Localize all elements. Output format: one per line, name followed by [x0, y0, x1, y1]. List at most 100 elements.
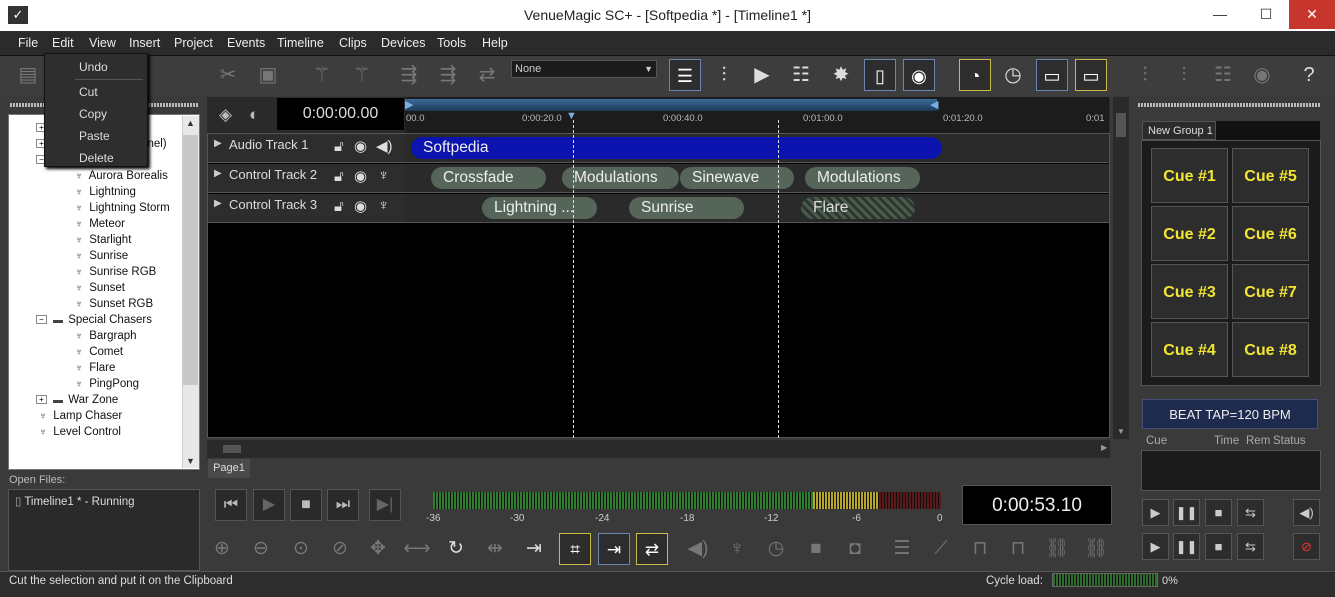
menu-edit[interactable]: Edit: [52, 36, 74, 50]
light-icon[interactable]: ◉: [903, 59, 935, 91]
menu-item-delete[interactable]: Delete: [79, 151, 114, 165]
effect-icon[interactable]: ✸: [825, 59, 857, 91]
monitor-icon[interactable]: ▭: [1036, 59, 1068, 91]
device-icon[interactable]: ▯: [864, 59, 896, 91]
track-header-control-2[interactable]: ▶ Control Track 2 🔓︎ ◉ ♆: [208, 164, 405, 193]
timer-icon[interactable]: ◷: [997, 59, 1029, 91]
gauge-icon[interactable]: ◔: [959, 59, 991, 91]
zoom-out-icon[interactable]: ⊖: [245, 533, 277, 565]
unlink-icon[interactable]: ⛓: [1080, 533, 1112, 565]
tree-item[interactable]: ♆ Aurora Borealis: [72, 168, 168, 184]
menu-help[interactable]: Help: [482, 36, 508, 50]
control-clip[interactable]: Crossfade: [431, 167, 546, 189]
play-to-end-button[interactable]: ▶|: [369, 489, 401, 521]
cue-button-4[interactable]: Cue #4: [1151, 322, 1228, 377]
open-file-item[interactable]: ▯ Timeline1 * - Running: [15, 494, 134, 508]
cue-loop-button[interactable]: ⇆: [1237, 499, 1264, 526]
cue-button-6[interactable]: Cue #6: [1232, 206, 1309, 261]
cue-list-header[interactable]: Status: [1273, 435, 1306, 447]
timeline-horizontal-scrollbar[interactable]: ▶: [207, 440, 1110, 458]
loop-region-bar[interactable]: [405, 99, 937, 111]
loop-icon[interactable]: ↻: [440, 533, 472, 565]
maximize-button[interactable]: ☐: [1243, 0, 1289, 29]
menu-view[interactable]: View: [89, 36, 116, 50]
tree-item[interactable]: − ▬ Special Chasers: [36, 312, 152, 328]
split-icon[interactable]: ⇶: [393, 59, 425, 91]
tree-item[interactable]: ♆ Sunset: [72, 280, 125, 296]
panel-grip[interactable]: [1138, 103, 1320, 107]
cue-list-header[interactable]: Cue: [1146, 435, 1167, 447]
play-circle-icon[interactable]: ◉: [354, 137, 367, 155]
play-circle-icon[interactable]: ◉: [354, 197, 367, 215]
track-header-control-3[interactable]: ▶ Control Track 3 🔓︎ ◉ ♆: [208, 194, 405, 223]
menu-item-paste[interactable]: Paste: [79, 129, 110, 143]
beat-tap-button[interactable]: BEAT TAP=120 BPM: [1142, 399, 1318, 429]
tree-item[interactable]: ♆ Bargraph: [72, 328, 136, 344]
stop-button[interactable]: ■: [290, 489, 322, 521]
cue-stop-all-button[interactable]: ■: [1205, 533, 1232, 560]
tree-item[interactable]: ♆ Lamp Chaser: [36, 408, 122, 424]
mixer-icon[interactable]: ⫶: [708, 59, 740, 91]
tree-item[interactable]: ♆ Meteor: [72, 216, 125, 232]
tree-item[interactable]: ♆ Starlight: [72, 232, 131, 248]
fixture-icon[interactable]: ♆: [378, 167, 389, 184]
disable-cues-button[interactable]: ⊘: [1293, 533, 1320, 560]
wand-off-icon[interactable]: ⚚: [346, 59, 378, 91]
zoom-in-icon[interactable]: ⊕: [206, 533, 238, 565]
fader-icon[interactable]: ⫶: [1129, 59, 1161, 91]
speaker-icon[interactable]: ◀︎): [376, 137, 393, 155]
tree-item[interactable]: ♆ Lightning Storm: [72, 200, 170, 216]
control-clip[interactable]: Sinewave: [680, 167, 794, 189]
menu-tools[interactable]: Tools: [437, 36, 466, 50]
snap-to-marker-icon[interactable]: ⇥: [598, 533, 630, 565]
scroll-right-icon[interactable]: ▶: [1101, 443, 1107, 452]
menu-file[interactable]: File: [18, 36, 38, 50]
expand-toggle-icon[interactable]: −: [36, 315, 47, 325]
menu-project[interactable]: Project: [174, 36, 213, 50]
tree-item[interactable]: ♆ Lightning: [72, 184, 136, 200]
tree-item[interactable]: + ▬ War Zone: [36, 392, 118, 408]
chain-icon[interactable]: ⛓: [1041, 533, 1073, 565]
fit-width-icon[interactable]: ⟷: [401, 533, 433, 565]
dimmer-icon[interactable]: ◉: [1246, 59, 1278, 91]
clipboard-icon[interactable]: ☷: [1207, 59, 1239, 91]
cue-button-3[interactable]: Cue #3: [1151, 264, 1228, 319]
cue-pause-all-button[interactable]: ❚❚: [1173, 533, 1200, 560]
menu-item-undo[interactable]: Undo: [79, 60, 108, 74]
cue-button-7[interactable]: Cue #7: [1232, 264, 1309, 319]
tab-page1[interactable]: Page1: [208, 459, 250, 478]
monitor-out-icon[interactable]: ▭: [1075, 59, 1107, 91]
new-file-icon[interactable]: ▤: [12, 59, 44, 91]
scroll-thumb[interactable]: [223, 445, 241, 453]
expand-toggle-icon[interactable]: +: [36, 395, 47, 405]
add-fixture-icon[interactable]: ♆: [721, 533, 753, 565]
menu-item-copy[interactable]: Copy: [79, 107, 107, 121]
add-audio-icon[interactable]: ◀︎): [682, 533, 714, 565]
track-lane[interactable]: Crossfade Modulations Sinewave Modulatio…: [405, 164, 1109, 193]
cue-list[interactable]: [1141, 450, 1321, 491]
track-lane[interactable]: Lightning ... Sunrise Flare: [405, 194, 1109, 223]
snap-icon[interactable]: ◈: [219, 105, 232, 125]
control-clip[interactable]: Lightning ...: [482, 197, 597, 219]
control-clip-selected[interactable]: Flare: [801, 197, 915, 219]
camera-icon[interactable]: ◘: [839, 533, 871, 565]
track-list-icon[interactable]: ☰: [669, 59, 701, 91]
lock-icon[interactable]: 🔓︎: [334, 138, 344, 155]
cue-play-all-button[interactable]: ▶: [1142, 533, 1169, 560]
zoom-selection-icon[interactable]: ⊘: [324, 533, 356, 565]
list-view-icon[interactable]: ☰: [886, 533, 918, 565]
snap-grid-icon[interactable]: ⌗: [559, 533, 591, 565]
cue-button-8[interactable]: Cue #8: [1232, 322, 1309, 377]
playhead-marker-icon[interactable]: ▼: [566, 110, 577, 122]
scroll-down-icon[interactable]: ▼: [186, 456, 195, 466]
graph-icon[interactable]: ⟋: [925, 533, 957, 565]
paste-icon[interactable]: ▣: [252, 59, 284, 91]
cue-button-1[interactable]: Cue #1: [1151, 148, 1228, 203]
cue-list-header[interactable]: Rem: [1246, 435, 1270, 447]
tree-item[interactable]: ♆ Comet: [72, 344, 123, 360]
control-clip[interactable]: Modulations: [562, 167, 679, 189]
lock-icon[interactable]: 🔓︎: [334, 168, 344, 185]
wand-icon[interactable]: ⚚: [306, 59, 338, 91]
unlock-icon[interactable]: ⊓: [1002, 533, 1034, 565]
cut-icon[interactable]: ✂: [212, 59, 244, 91]
